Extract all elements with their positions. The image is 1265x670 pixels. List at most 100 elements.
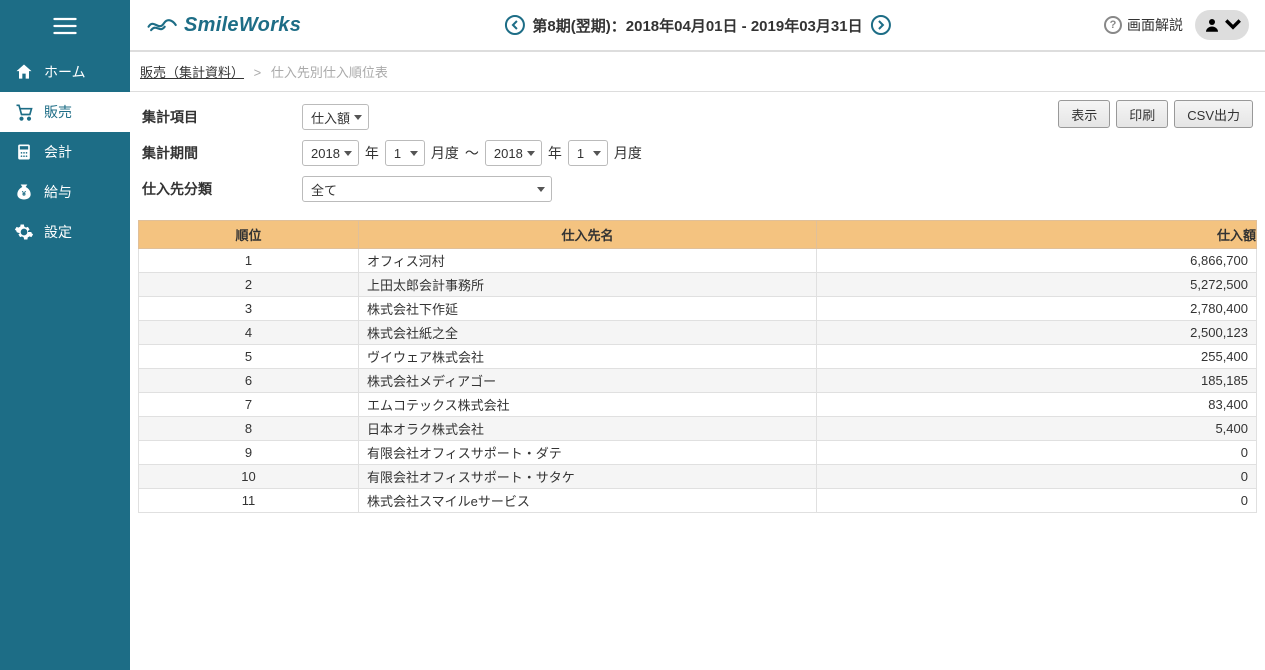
range-tilde: 〜: [465, 143, 479, 163]
period-next-button[interactable]: [871, 15, 891, 35]
cell-rank: 5: [139, 345, 359, 369]
cell-amount: 2,780,400: [817, 297, 1257, 321]
cell-rank: 11: [139, 489, 359, 513]
home-icon: [14, 62, 34, 82]
sidebar-item-accounting[interactable]: 会計: [0, 132, 130, 172]
supplier-category-label: 仕入先分類: [142, 179, 302, 199]
month-suffix: 月度: [614, 143, 642, 163]
cell-supplier: 有限会社オフィスサポート・ダテ: [359, 441, 817, 465]
table-container: 順位 仕入先名 仕入額 1オフィス河村6,866,7002上田太郎会計事務所5,…: [130, 220, 1265, 513]
cell-amount: 255,400: [817, 345, 1257, 369]
action-buttons: 表示 印刷 CSV出力: [1052, 100, 1253, 128]
calculator-icon: [14, 142, 34, 162]
help-icon: ?: [1104, 16, 1122, 34]
col-header-supplier: 仕入先名: [359, 221, 817, 249]
aggregate-period-label: 集計期間: [142, 143, 302, 163]
csv-export-button[interactable]: CSV出力: [1174, 100, 1253, 128]
table-row: 7エムコテックス株式会社83,400: [139, 393, 1257, 417]
cart-icon: [14, 102, 34, 122]
from-year-select[interactable]: 2018: [302, 140, 359, 166]
cell-supplier: ヴイウェア株式会社: [359, 345, 817, 369]
cell-supplier: オフィス河村: [359, 249, 817, 273]
cell-amount: 0: [817, 465, 1257, 489]
table-row: 4株式会社紙之全2,500,123: [139, 321, 1257, 345]
breadcrumb-parent-link[interactable]: 販売（集計資料）: [140, 65, 244, 80]
cell-rank: 3: [139, 297, 359, 321]
user-menu-button[interactable]: [1195, 10, 1249, 40]
table-row: 6株式会社メディアゴー185,185: [139, 369, 1257, 393]
cell-amount: 83,400: [817, 393, 1257, 417]
table-row: 10有限会社オフィスサポート・サタケ0: [139, 465, 1257, 489]
cell-rank: 9: [139, 441, 359, 465]
breadcrumb-current: 仕入先別仕入順位表: [271, 65, 388, 80]
cell-supplier: 株式会社下作延: [359, 297, 817, 321]
sidebar-item-sales[interactable]: 販売: [0, 92, 130, 132]
sidebar-item-home[interactable]: ホーム: [0, 52, 130, 92]
show-button[interactable]: 表示: [1058, 100, 1110, 128]
cell-amount: 185,185: [817, 369, 1257, 393]
supplier-category-select[interactable]: 全て: [302, 176, 552, 202]
brand-logo: SmileWorks: [146, 14, 301, 37]
to-year-select[interactable]: 2018: [485, 140, 542, 166]
year-suffix: 年: [548, 143, 562, 163]
table-row: 9有限会社オフィスサポート・ダテ0: [139, 441, 1257, 465]
cell-supplier: 株式会社メディアゴー: [359, 369, 817, 393]
from-month-select[interactable]: 1: [385, 140, 425, 166]
cell-supplier: 有限会社オフィスサポート・サタケ: [359, 465, 817, 489]
chevron-down-icon: [1224, 16, 1242, 34]
cell-rank: 2: [139, 273, 359, 297]
table-row: 8日本オラク株式会社5,400: [139, 417, 1257, 441]
table-row: 1オフィス河村6,866,700: [139, 249, 1257, 273]
cell-amount: 0: [817, 489, 1257, 513]
cell-amount: 5,272,500: [817, 273, 1257, 297]
brand-text: SmileWorks: [184, 14, 301, 37]
aggregate-item-label: 集計項目: [142, 107, 302, 127]
cell-supplier: 日本オラク株式会社: [359, 417, 817, 441]
col-header-amount: 仕入額: [817, 221, 1257, 249]
cell-amount: 2,500,123: [817, 321, 1257, 345]
logo-icon: [146, 14, 180, 36]
sidebar: ホーム 販売 会計 ¥ 給与 設定: [0, 0, 130, 670]
cell-rank: 8: [139, 417, 359, 441]
topbar-right: ? 画面解説: [1104, 10, 1249, 40]
cell-amount: 6,866,700: [817, 249, 1257, 273]
cell-supplier: 株式会社スマイルeサービス: [359, 489, 817, 513]
sidebar-item-settings[interactable]: 設定: [0, 212, 130, 252]
cell-amount: 0: [817, 441, 1257, 465]
sidebar-item-label: 販売: [44, 102, 72, 122]
table-row: 2上田太郎会計事務所5,272,500: [139, 273, 1257, 297]
cell-supplier: 株式会社紙之全: [359, 321, 817, 345]
cell-rank: 10: [139, 465, 359, 489]
gear-icon: [14, 222, 34, 242]
user-icon: [1203, 16, 1221, 34]
breadcrumb-separator: >: [254, 65, 262, 80]
yen-bag-icon: ¥: [14, 182, 34, 202]
menu-toggle-button[interactable]: [0, 0, 130, 52]
chevron-right-icon: [877, 20, 885, 30]
cell-rank: 6: [139, 369, 359, 393]
cell-rank: 1: [139, 249, 359, 273]
sidebar-item-label: ホーム: [44, 62, 86, 82]
period-navigator: 第8期(翌期)：2018年04月01日 - 2019年03月31日: [496, 15, 898, 36]
period-prev-button[interactable]: [504, 15, 524, 35]
chevron-left-icon: [510, 20, 518, 30]
cell-supplier: エムコテックス株式会社: [359, 393, 817, 417]
cell-supplier: 上田太郎会計事務所: [359, 273, 817, 297]
sidebar-item-payroll[interactable]: ¥ 給与: [0, 172, 130, 212]
table-row: 3株式会社下作延2,780,400: [139, 297, 1257, 321]
sidebar-item-label: 会計: [44, 142, 72, 162]
aggregate-item-select[interactable]: 仕入額: [302, 104, 369, 130]
to-month-select[interactable]: 1: [568, 140, 608, 166]
col-header-rank: 順位: [139, 221, 359, 249]
cell-rank: 7: [139, 393, 359, 417]
print-button[interactable]: 印刷: [1116, 100, 1168, 128]
period-title: 第8期(翌期)：2018年04月01日 - 2019年03月31日: [532, 15, 862, 36]
cell-rank: 4: [139, 321, 359, 345]
sidebar-item-label: 給与: [44, 182, 72, 202]
year-suffix: 年: [365, 143, 379, 163]
topbar: SmileWorks 第8期(翌期)：2018年04月01日 - 2019年03…: [130, 0, 1265, 52]
help-label: 画面解説: [1127, 15, 1183, 35]
main-area: SmileWorks 第8期(翌期)：2018年04月01日 - 2019年03…: [130, 0, 1265, 513]
hamburger-icon: [51, 12, 79, 40]
help-button[interactable]: ? 画面解説: [1104, 15, 1183, 35]
